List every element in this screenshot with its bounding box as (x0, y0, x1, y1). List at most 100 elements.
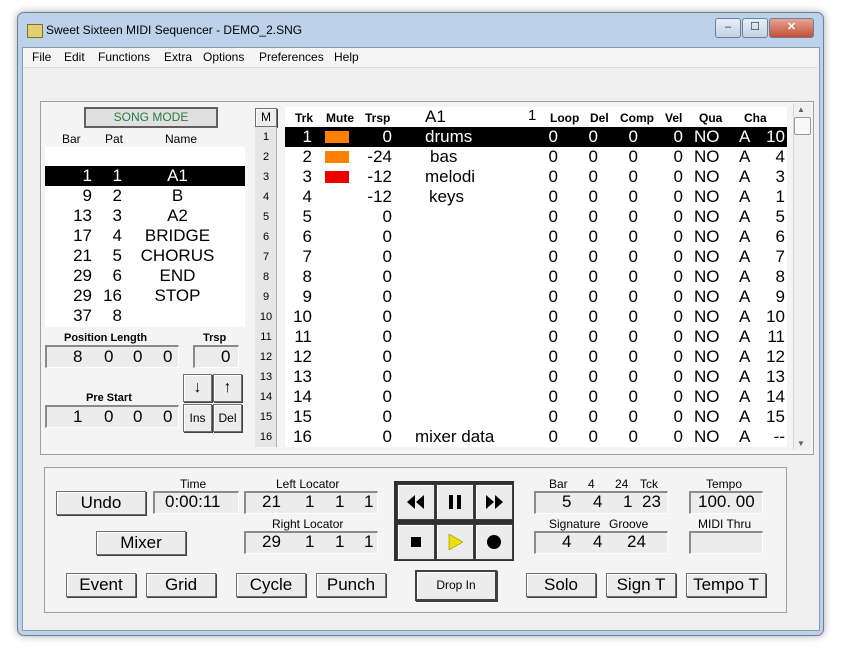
track-row[interactable]: 16 0 0 0 0 0 NO A -- mixer data (285, 427, 787, 447)
menu-extra[interactable]: Extra (164, 50, 192, 64)
fast-forward-button[interactable] (475, 484, 513, 520)
track-loop: 0 (548, 127, 558, 146)
track-loop: 0 (548, 227, 558, 246)
track-number[interactable]: 5 (256, 211, 276, 223)
song-row[interactable]: 13 3 A2 (45, 206, 245, 226)
track-number[interactable]: 8 (256, 271, 276, 283)
tempo-t-button[interactable]: Tempo T (686, 573, 766, 597)
track-vel: 0 (673, 407, 683, 426)
track-cha: 10 (766, 307, 785, 326)
track-trsp: 0 (382, 227, 392, 246)
m-button[interactable]: M (255, 108, 277, 127)
punch-button[interactable]: Punch (316, 573, 386, 597)
song-row[interactable]: 17 4 BRIDGE (45, 226, 245, 246)
track-row[interactable]: 1 0 0 0 0 0 NO A 10 drums (285, 127, 787, 147)
record-button[interactable] (475, 524, 513, 560)
rewind-button[interactable] (397, 484, 435, 520)
track-row[interactable]: 3 -12 0 0 0 0 NO A 3 melodi (285, 167, 787, 187)
minimize-button[interactable]: – (715, 18, 741, 38)
mute-indicator[interactable] (325, 151, 349, 163)
track-row[interactable]: 12 0 0 0 0 0 NO A 12 (285, 347, 787, 367)
scroll-thumb[interactable] (794, 117, 811, 135)
track-trk: 1 (302, 127, 312, 146)
track-row[interactable]: 2 -24 0 0 0 0 NO A 4 bas (285, 147, 787, 167)
track-number[interactable]: 14 (256, 391, 276, 403)
sign-t-button[interactable]: Sign T (606, 573, 676, 597)
menu-options[interactable]: Options (203, 50, 244, 64)
song-row[interactable]: 37 8 (45, 306, 245, 326)
menu-edit[interactable]: Edit (64, 50, 85, 64)
track-number[interactable]: 3 (256, 171, 276, 183)
track-vel: 0 (673, 247, 683, 266)
menu-help[interactable]: Help (334, 50, 359, 64)
song-row[interactable]: 92B (45, 186, 245, 206)
grid-button[interactable]: Grid (146, 573, 216, 597)
track-number[interactable]: 12 (256, 351, 276, 363)
undo-button[interactable]: Undo (56, 491, 146, 515)
track-trsp: 0 (382, 127, 392, 146)
maximize-button[interactable]: ☐ (742, 18, 768, 38)
track-row[interactable]: 10 0 0 0 0 0 NO A 10 (285, 307, 787, 327)
menu-preferences[interactable]: Preferences (259, 50, 324, 64)
delete-button[interactable]: Del (213, 404, 242, 432)
track-number[interactable]: 16 (256, 431, 276, 443)
track-number[interactable]: 1 (256, 131, 276, 143)
mute-indicator[interactable] (325, 131, 349, 143)
track-row[interactable]: 6 0 0 0 0 0 NO A 6 (285, 227, 787, 247)
trsp-field[interactable] (193, 345, 239, 368)
track-row[interactable]: 13 0 0 0 0 0 NO A 13 (285, 367, 787, 387)
mute-indicator[interactable] (325, 171, 349, 183)
mixer-button[interactable]: Mixer (96, 531, 186, 555)
cycle-button[interactable]: Cycle (236, 573, 306, 597)
track-del: 0 (588, 227, 598, 246)
track-number[interactable]: 2 (256, 151, 276, 163)
insert-button[interactable]: Ins (183, 404, 212, 432)
track-number[interactable]: 15 (256, 411, 276, 423)
track-number[interactable]: 7 (256, 251, 276, 263)
song-row[interactable]: 1 1 A1 (45, 166, 245, 186)
track-row[interactable]: 15 0 0 0 0 0 NO A 15 (285, 407, 787, 427)
song-mode-button[interactable]: SONG MODE (84, 107, 218, 128)
track-row[interactable]: 5 0 0 0 0 0 NO A 5 (285, 207, 787, 227)
track-number[interactable]: 9 (256, 291, 276, 303)
track-scrollbar[interactable] (793, 103, 811, 450)
close-button[interactable]: ✕ (769, 18, 814, 38)
track-row[interactable]: 14 0 0 0 0 0 NO A 14 (285, 387, 787, 407)
scroll-up-icon[interactable]: ▲ (797, 105, 805, 114)
track-row[interactable]: 9 0 0 0 0 0 NO A 9 (285, 287, 787, 307)
track-row[interactable]: 4 -12 0 0 0 0 NO A 1 keys (285, 187, 787, 207)
menu-file[interactable]: File (32, 50, 51, 64)
pause-button[interactable] (436, 484, 474, 520)
menu-functions[interactable]: Functions (98, 50, 150, 64)
track-number[interactable]: 6 (256, 231, 276, 243)
midi-thru-field[interactable] (689, 531, 763, 554)
track-trsp: 0 (382, 387, 392, 406)
track-loop: 0 (548, 367, 558, 386)
solo-button[interactable]: Solo (526, 573, 596, 597)
drop-in-button[interactable]: Drop In (415, 570, 497, 601)
scroll-down-icon[interactable]: ▼ (797, 439, 805, 448)
song-row[interactable]: 29 16 STOP (45, 286, 245, 306)
song-row[interactable]: 29 6 END (45, 266, 245, 286)
track-cha: 11 (767, 327, 785, 346)
track-row[interactable]: 8 0 0 0 0 0 NO A 8 (285, 267, 787, 287)
song-row-name: STOP (154, 286, 201, 305)
track-qua: NO (694, 387, 720, 406)
pre-start-val-4: 0 (163, 407, 173, 426)
track-row[interactable]: 7 0 0 0 0 0 NO A 7 (285, 247, 787, 267)
track-trk: 2 (302, 147, 312, 166)
move-down-button[interactable]: ↓ (183, 374, 212, 402)
track-cha-port: A (739, 367, 751, 386)
track-number[interactable]: 13 (256, 371, 276, 383)
stop-button[interactable] (397, 524, 435, 560)
track-number[interactable]: 10 (256, 311, 276, 323)
track-trk: 16 (293, 427, 312, 446)
play-button[interactable] (436, 524, 474, 560)
song-row[interactable]: 21 5 CHORUS (45, 246, 245, 266)
event-button[interactable]: Event (66, 573, 136, 597)
move-up-button[interactable]: ↑ (213, 374, 242, 402)
track-number[interactable]: 11 (256, 331, 276, 343)
track-comp: 0 (628, 367, 638, 386)
track-row[interactable]: 11 0 0 0 0 0 NO A 11 (285, 327, 787, 347)
track-number[interactable]: 4 (256, 191, 276, 203)
